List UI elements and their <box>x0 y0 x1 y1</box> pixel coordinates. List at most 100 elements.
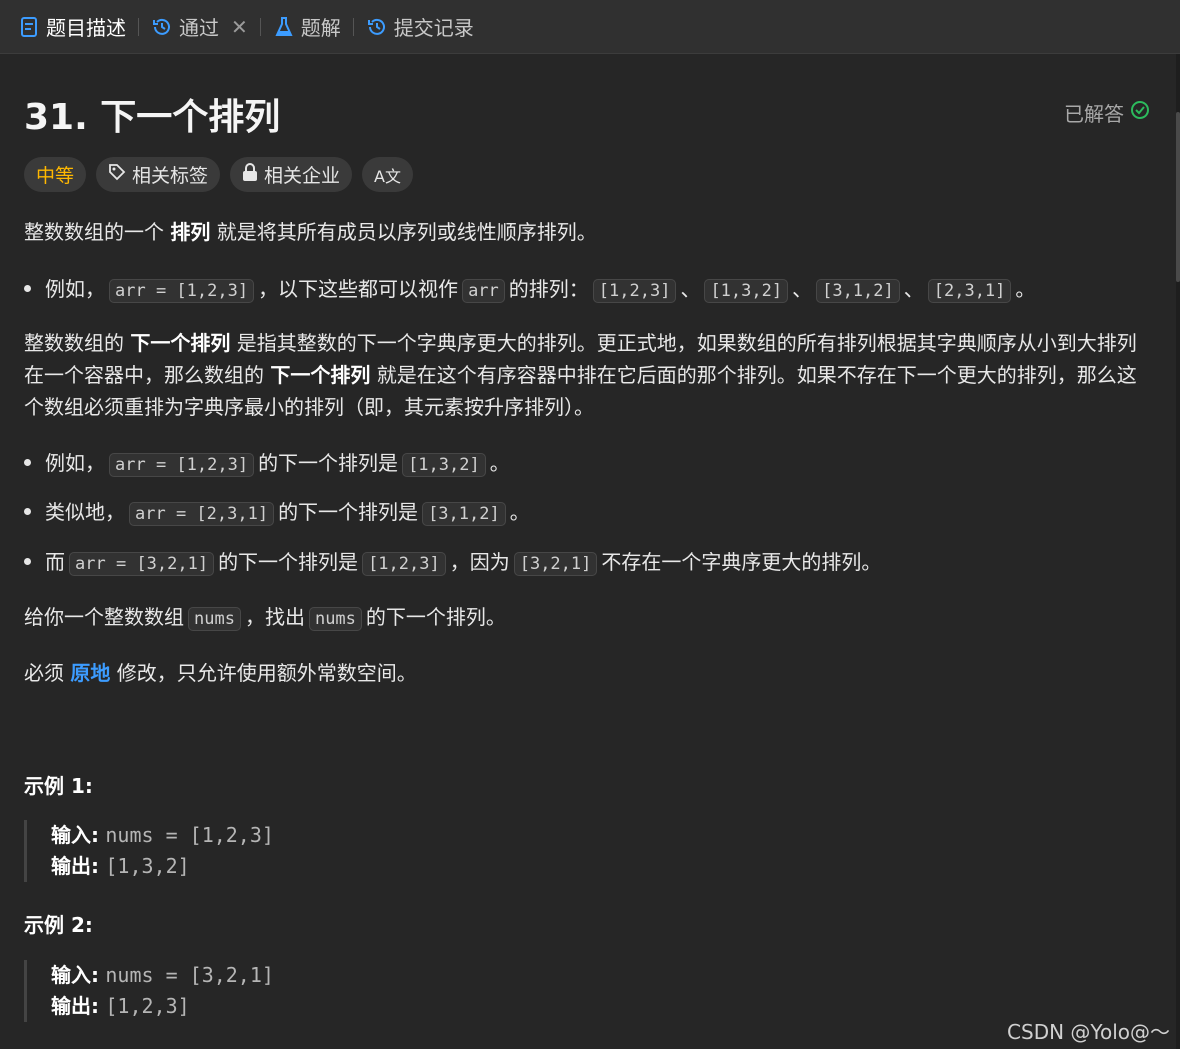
text: 整数数组的一个 <box>24 220 164 244</box>
text: 的下一个排列是 <box>258 451 399 475</box>
paragraph-constraint: 必须 原地 修改，只允许使用额外常数空间。 <box>24 657 1154 689</box>
list-item: 而 arr = [3,2,1] 的下一个排列是 [1,2,3] ，因为 [3,2,1] 不存… <box>24 546 1154 580</box>
problem-chips: 中等 相关标签 相关企业 A文 <box>24 157 413 192</box>
scrollbar-thumb[interactable] <box>1176 112 1180 282</box>
lock-icon <box>242 163 258 186</box>
inline-code: [3,1,2] <box>422 502 506 526</box>
tab-solutions[interactable]: 题解 <box>273 0 341 54</box>
inline-code: [2,3,1] <box>927 279 1012 303</box>
example-block: 输入: nums = [1,2,3] 输出: [1,3,2] <box>24 820 274 882</box>
text: 类似地， <box>45 500 125 524</box>
related-tags-button[interactable]: 相关标签 <box>96 157 221 192</box>
example-output-row: 输出: [1,2,3] <box>51 991 274 1022</box>
solved-status: 已解答 <box>1064 98 1150 127</box>
text: 、 <box>792 277 813 301</box>
list-item: 例如， arr = [1,2,3] 的下一个排列是 [1,3,2]。 <box>24 447 1154 481</box>
inline-code: nums <box>188 607 241 631</box>
text: 不存在一个字典序更大的排列。 <box>601 550 882 574</box>
inline-code: nums <box>308 607 362 631</box>
example-block: 输入: nums = [3,2,1] 输出: [1,2,3] <box>24 960 274 1022</box>
translate-button[interactable]: A文 <box>362 157 413 192</box>
text: 的排列： <box>508 277 589 301</box>
close-icon[interactable]: ✕ <box>231 15 248 39</box>
inline-code: [1,2,3] <box>592 279 677 303</box>
tab-divider <box>138 17 139 36</box>
text: 必须 <box>24 661 64 685</box>
text: 给你一个整数数组 <box>24 605 184 629</box>
output-label: 输出: <box>51 994 99 1018</box>
tab-label: 题解 <box>300 16 341 40</box>
difficulty-label: 中等 <box>36 165 75 187</box>
list-item: 例如， arr = [1,2,3] ，以下这些都可以视作 arr 的排列： [1,2,3]… <box>24 273 1154 307</box>
output-value: [1,2,3] <box>105 994 190 1018</box>
paragraph-next-permutation-def: 整数数组的 下一个排列 是指其整数的下一个字典序更大的排列。更正式地，如果数组的… <box>24 327 1154 423</box>
tag-icon <box>108 163 126 186</box>
tab-label: 提交记录 <box>393 16 474 40</box>
text: 例如， <box>45 451 105 475</box>
inline-code: [1,3,2] <box>402 453 486 477</box>
text: 、 <box>903 277 924 301</box>
tab-accepted[interactable]: 通过 ✕ <box>151 0 248 54</box>
tab-submissions[interactable]: 提交记录 <box>366 0 474 54</box>
text: 。 <box>509 500 530 524</box>
inline-code: [1,3,2] <box>704 279 789 303</box>
text: ，因为 <box>449 550 510 574</box>
example-output-row: 输出: [1,3,2] <box>51 851 274 882</box>
example-input-row: 输入: nums = [3,2,1] <box>51 960 274 991</box>
translate-icon: A文 <box>374 166 401 186</box>
tab-divider <box>259 17 261 36</box>
input-value: nums = [1,2,3] <box>105 823 274 847</box>
related-tags-label: 相关标签 <box>132 165 209 187</box>
text: 修改，只允许使用额外常数空间。 <box>116 661 417 685</box>
inline-code: [1,2,3] <box>362 552 446 576</box>
text: 例如， <box>45 277 105 301</box>
inline-code: arr = [3,2,1] <box>69 552 215 576</box>
bold-term: 下一个排列 <box>270 363 371 387</box>
bullet-dot <box>24 459 31 466</box>
related-companies-button[interactable]: 相关企业 <box>230 157 353 192</box>
tab-divider <box>352 17 354 36</box>
input-label: 输入: <box>51 823 99 847</box>
example-title: 示例 2: <box>24 913 93 937</box>
tab-description[interactable]: 题目描述 <box>18 0 126 54</box>
inline-code: arr = [1,2,3] <box>109 453 255 477</box>
inline-code: arr = [2,3,1] <box>129 502 275 526</box>
text: 。 <box>489 451 510 475</box>
list-item: 类似地， arr = [2,3,1] 的下一个排列是 [3,1,2]。 <box>24 496 1154 530</box>
tab-bar: 题目描述 通过 ✕ 题解 提交记录 <box>0 0 1180 54</box>
paragraph-permutation-def: 整数数组的一个 排列 就是将其所有成员以序列或线性顺序排列。 <box>24 216 1154 248</box>
inline-code: [3,1,2] <box>816 279 900 303</box>
scrollbar-track[interactable] <box>1176 54 1180 1049</box>
history-icon <box>366 16 388 38</box>
text: 的下一个排列。 <box>365 605 506 629</box>
watermark: CSDN @Yolo@～ <box>1007 1020 1170 1044</box>
bullet-dot <box>24 508 31 515</box>
related-companies-label: 相关企业 <box>264 165 341 187</box>
input-value: nums = [3,2,1] <box>105 963 274 987</box>
solved-label: 已解答 <box>1064 102 1124 126</box>
history-icon <box>151 16 173 38</box>
example-title: 示例 1: <box>24 774 93 798</box>
text: ，以下这些都可以视作 <box>258 277 459 301</box>
text: 、 <box>680 277 701 301</box>
check-circle-icon <box>1130 100 1150 125</box>
output-label: 输出: <box>51 854 99 878</box>
problem-title: 31. 下一个排列 <box>24 97 281 138</box>
input-label: 输入: <box>51 963 99 987</box>
tab-label: 通过 <box>179 16 219 40</box>
description-icon <box>18 16 40 38</box>
text: 。 <box>1015 277 1036 301</box>
inline-code: arr <box>462 279 505 303</box>
in-place-link[interactable]: 原地 <box>70 661 110 685</box>
text: 的下一个排列是 <box>218 550 359 574</box>
inline-code: [3,2,1] <box>513 552 598 576</box>
example-input-row: 输入: nums = [1,2,3] <box>51 820 274 851</box>
output-value: [1,3,2] <box>105 854 190 878</box>
text: 整数数组的 <box>24 331 124 355</box>
inline-code: arr = [1,2,3] <box>109 279 255 303</box>
text: 的下一个排列是 <box>278 500 419 524</box>
bold-term: 下一个排列 <box>130 331 231 355</box>
text: ，找出 <box>244 605 305 629</box>
paragraph-task: 给你一个整数数组 nums ，找出 nums 的下一个排列。 <box>24 601 1154 635</box>
bold-term: 排列 <box>170 220 211 244</box>
